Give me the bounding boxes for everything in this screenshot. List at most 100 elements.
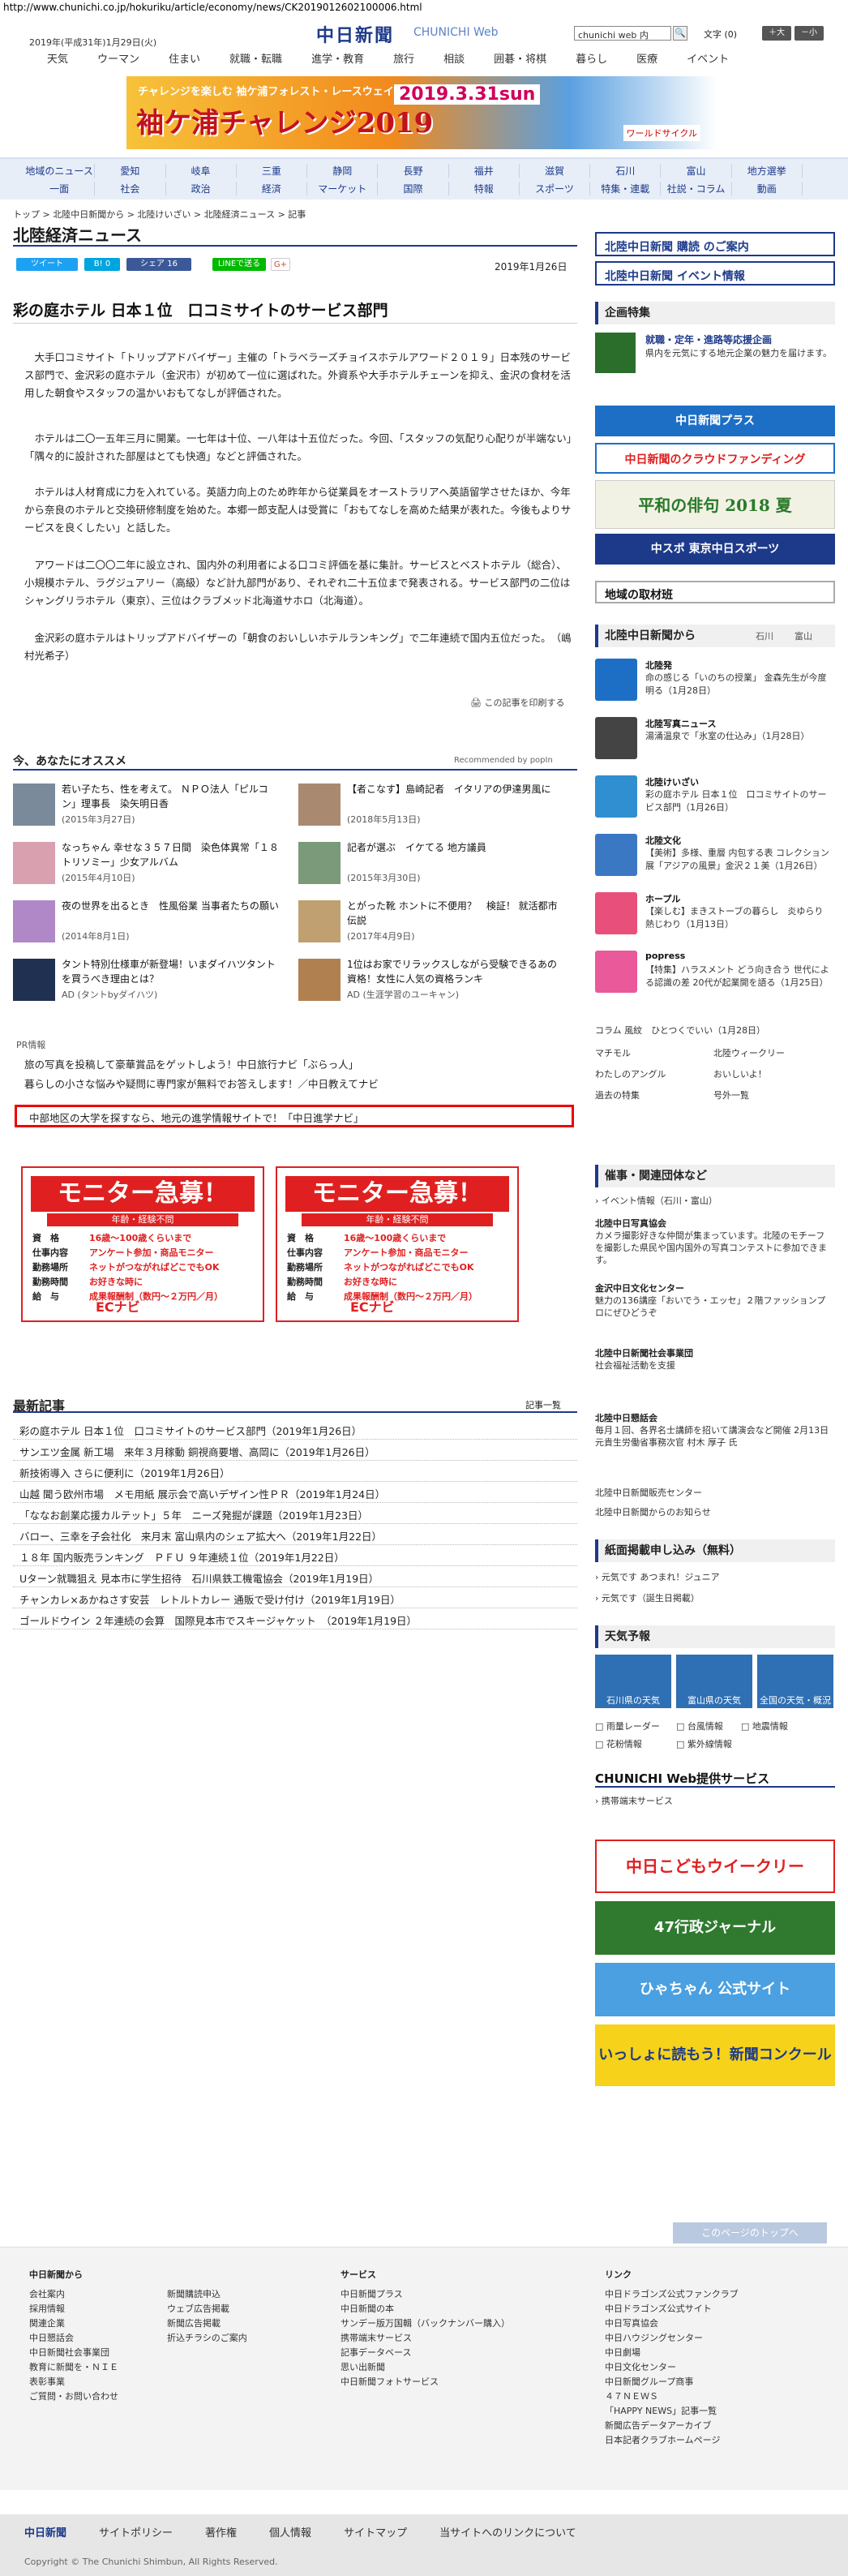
region-nav-item[interactable]: 長野 bbox=[378, 164, 449, 178]
region-nav-item[interactable]: 岐阜 bbox=[166, 164, 237, 178]
top-nav-item[interactable]: イベント bbox=[687, 50, 729, 67]
footer-link[interactable]: 中日新聞社会事業団 bbox=[29, 2346, 118, 2360]
side-news-item[interactable]: 北陸文化 【美術】多様、重層 内包する表 コレクション展「アジアの風景」金沢２１美… bbox=[595, 832, 835, 882]
recommend-text[interactable]: なっちゃん 幸せな３５７日間 染色体異常「１８トリソミー」少女アルバム bbox=[62, 840, 281, 869]
weather-link[interactable]: □ 雨量レーダー bbox=[595, 1719, 660, 1732]
tab-ishikawa[interactable]: 石川 bbox=[756, 629, 773, 642]
search-icon[interactable]: 🔍 bbox=[673, 26, 687, 41]
pr-link[interactable]: 暮らしの小さな悩みや疑問に専門家が無料でお答えします！／中日教えてナビ bbox=[24, 1075, 379, 1091]
side-news-text[interactable]: 命の感じる「いのちの授業」 金森先生が今度明る（1月28日） bbox=[645, 672, 833, 698]
footer-link[interactable]: 中日劇場 bbox=[605, 2346, 739, 2360]
side-news-text[interactable]: 彩の庭ホテル 日本１位 口コミサイトのサービス部門（1月26日） bbox=[645, 788, 833, 814]
region-nav-item[interactable]: 滋賀 bbox=[520, 164, 591, 178]
weather-toyama[interactable]: 富山県の天気 bbox=[676, 1655, 752, 1708]
footer-link[interactable]: 中日新聞プラス bbox=[340, 2287, 510, 2302]
side-news-item[interactable]: 北陸けいざい 彩の庭ホテル 日本１位 口コミサイトのサービス部門（1月26日） bbox=[595, 774, 835, 824]
chunichi-plus-banner[interactable]: 中日新聞プラス bbox=[595, 406, 835, 436]
footer-link[interactable]: 中日文化センター bbox=[605, 2360, 739, 2375]
region-nav-item[interactable]: 地域のニュース bbox=[24, 164, 96, 178]
event-link[interactable]: 北陸中日新聞からのお知らせ bbox=[595, 1505, 711, 1518]
recommend-item[interactable]: 【者こなす】島崎記者 イタリアの伊達男風に (2018年5月13日) bbox=[298, 780, 574, 831]
footer-link[interactable]: 新聞広告データアーカイブ bbox=[605, 2419, 739, 2433]
top-nav-item[interactable]: 暮らし bbox=[576, 50, 607, 67]
region-nav-item[interactable]: 経済 bbox=[237, 182, 308, 195]
event-category[interactable]: 金沢中日文化センター bbox=[595, 1282, 684, 1294]
monitor-ad[interactable]: モニター急募！ 年齢・経験不問 資 格 16歳～100歳くらいまで 仕事内容 アンケ… bbox=[21, 1166, 264, 1322]
recommend-thumbnail[interactable] bbox=[13, 959, 55, 1001]
event-category[interactable]: 北陸中日新聞社会事業団 bbox=[595, 1346, 693, 1359]
event-info-link[interactable]: 北陸中日新聞 イベント情報 bbox=[595, 261, 835, 286]
tweet-button[interactable]: ツイート bbox=[16, 258, 78, 271]
event-link[interactable]: 北陸中日新聞販売センター bbox=[595, 1486, 702, 1499]
recommend-thumbnail[interactable] bbox=[298, 959, 340, 1001]
recommend-thumbnail[interactable] bbox=[13, 784, 55, 826]
region-nav-item[interactable]: 特集・連載 bbox=[590, 182, 662, 195]
recommend-thumbnail[interactable] bbox=[298, 842, 340, 884]
footer-link[interactable]: ４７ＮＥＷＳ bbox=[605, 2389, 739, 2404]
region-nav-item[interactable]: 社説・コラム bbox=[661, 182, 732, 195]
bottom-nav-link[interactable]: 個人情報 bbox=[269, 2524, 311, 2540]
side-link[interactable]: マチモル bbox=[595, 1046, 631, 1059]
latest-article-link[interactable]: ゴールドウイン ２年連続の会算 国際見本市でスキージャケット （2019年1月1… bbox=[19, 1612, 417, 1628]
side-link[interactable]: おいしいよ！ bbox=[713, 1067, 767, 1080]
hyachan-banner[interactable]: ひゃちゃん 公式サイト bbox=[595, 1963, 835, 2016]
recommend-text[interactable]: とがった靴 ホントに不便用？ 検証！ 就活都市伝説 bbox=[347, 899, 566, 928]
region-nav-item[interactable]: 国際 bbox=[378, 182, 449, 195]
latest-article-link[interactable]: 「ななお創業応援カルテット」５年 ニーズ発掘が課題（2019年1月23日） bbox=[19, 1507, 368, 1522]
recommend-item[interactable]: 1位はお家でリラックスしながら受験できるあの資格！女性に人気の資格ランキ AD (… bbox=[298, 955, 574, 1006]
recommend-thumbnail[interactable] bbox=[298, 784, 340, 826]
footer-link[interactable]: 中日ドラゴンズ公式ファンクラブ bbox=[605, 2287, 739, 2302]
bottom-logo[interactable]: 中日新聞 bbox=[24, 2524, 66, 2540]
recommend-text[interactable]: タント特別仕様車が新登場！いまダイハツタントを買うべき理由とは？ bbox=[62, 957, 281, 986]
footer-link[interactable]: 表彰事業 bbox=[29, 2375, 118, 2389]
ad-banner[interactable]: チャレンジを楽しむ 袖ケ浦フォレスト・レースウェイ 袖ケ浦チャレンジ2019 2… bbox=[126, 76, 717, 149]
event-info-link[interactable]: › イベント情報（石川・富山） bbox=[595, 1194, 717, 1207]
font-size-reset[interactable]: (0) bbox=[725, 29, 738, 40]
recommend-text[interactable]: 1位はお家でリラックスしながら受験できるあの資格！女性に人気の資格ランキ bbox=[347, 957, 566, 986]
top-nav-item[interactable]: 天気 bbox=[47, 50, 68, 67]
region-nav-item[interactable]: 地方選挙 bbox=[732, 164, 803, 178]
footer-link[interactable]: 新聞購読申込 bbox=[167, 2287, 247, 2302]
site-logo[interactable]: 中日新聞 bbox=[316, 21, 394, 47]
recommend-item[interactable]: 若い子たち、性を考えて。 ＮＰＯ法人「ピルコン」理事長 染矢明日香 (2015年3… bbox=[13, 780, 289, 831]
apply-link[interactable]: › 元気です（誕生日掲載） bbox=[595, 1591, 700, 1604]
kikaku-link[interactable]: 就職・定年・進路等応援企画 bbox=[645, 333, 772, 346]
latest-article-link[interactable]: 山越 聞う欧州市場 メモ用紙 展示会で高いデザイン性ＰＲ（2019年1月24日） bbox=[19, 1486, 385, 1501]
recommend-text[interactable]: 夜の世界を出るとき 性風俗業 当事者たちの願い bbox=[62, 899, 281, 913]
pr-link[interactable]: 旅の写真を投稿して豪華賞品をゲットしよう！中日旅行ナビ「ぶらっ人」 bbox=[24, 1056, 358, 1071]
kikaku-thumb[interactable] bbox=[595, 333, 636, 373]
weather-ishikawa[interactable]: 石川県の天気 bbox=[595, 1655, 671, 1708]
print-link[interactable]: 🖨 この記事を印刷する bbox=[470, 696, 564, 709]
breadcrumb[interactable]: トップ > 北陸中日新聞から > 北陸けいざい > 北陸経済ニュース > 記事 bbox=[13, 208, 306, 221]
footer-link[interactable]: 中日新聞グループ商事 bbox=[605, 2375, 739, 2389]
bottom-nav-link[interactable]: 当サイトへのリンクについて bbox=[439, 2524, 576, 2540]
weather-link[interactable]: □ 紫外線情報 bbox=[676, 1737, 732, 1750]
footer-link[interactable]: ご質問・お問い合わせ bbox=[29, 2389, 118, 2404]
side-link[interactable]: 北陸ウィークリー bbox=[713, 1046, 785, 1059]
search-input[interactable]: chunichi web 内 bbox=[574, 26, 671, 41]
region-nav-item[interactable]: 愛知 bbox=[95, 164, 166, 178]
footer-link[interactable]: 中日ドラゴンズ公式サイト bbox=[605, 2302, 739, 2316]
event-category[interactable]: 北陸中日懇話会 bbox=[595, 1411, 657, 1424]
region-nav-item[interactable]: 一面 bbox=[24, 182, 96, 195]
pr-link-highlighted[interactable]: 中部地区の大学を探すなら、地元の進学情報サイトで！「中日進学ナビ」 bbox=[29, 1110, 364, 1125]
side-news-category[interactable]: popress bbox=[645, 951, 685, 961]
recommend-text[interactable]: 若い子たち、性を考えて。 ＮＰＯ法人「ピルコン」理事長 染矢明日香 bbox=[62, 782, 281, 811]
side-link[interactable]: コラム 風紋 ひとつくでいい（1月28日） bbox=[595, 1024, 765, 1037]
latest-article-link[interactable]: 新技術導入 さらに便利に（2019年1月26日） bbox=[19, 1465, 230, 1480]
event-category[interactable]: 北陸中日写真協会 bbox=[595, 1217, 666, 1230]
subscribe-link[interactable]: 北陸中日新聞 購読 のご案内 bbox=[595, 232, 835, 256]
side-news-item[interactable]: 北陸写真ニュース 湯涌温泉で「氷室の仕込み」（1月28日） bbox=[595, 715, 835, 766]
hatena-bookmark-button[interactable]: B! 0 bbox=[84, 258, 120, 271]
top-nav-item[interactable]: ウーマン bbox=[97, 50, 139, 67]
side-news-category[interactable]: 北陸文化 bbox=[645, 834, 681, 847]
recommend-powered-by[interactable]: Recommended by popIn bbox=[454, 756, 553, 765]
local-info-link[interactable]: 地域の取材班 bbox=[595, 581, 835, 603]
footer-link[interactable]: 中日懇話会 bbox=[29, 2331, 118, 2346]
footer-link[interactable]: ウェブ広告掲載 bbox=[167, 2302, 247, 2316]
region-nav-item[interactable]: 静岡 bbox=[307, 164, 379, 178]
footer-link[interactable]: 中日新聞フォトサービス bbox=[340, 2375, 510, 2389]
apply-link[interactable]: › 元気です あつまれ！ジュニア bbox=[595, 1570, 720, 1583]
region-nav-item[interactable]: 福井 bbox=[449, 164, 520, 178]
side-news-item[interactable]: popress 【特集】ハラスメント どう向き合う 世代による認識の差 20代が起… bbox=[595, 949, 835, 999]
